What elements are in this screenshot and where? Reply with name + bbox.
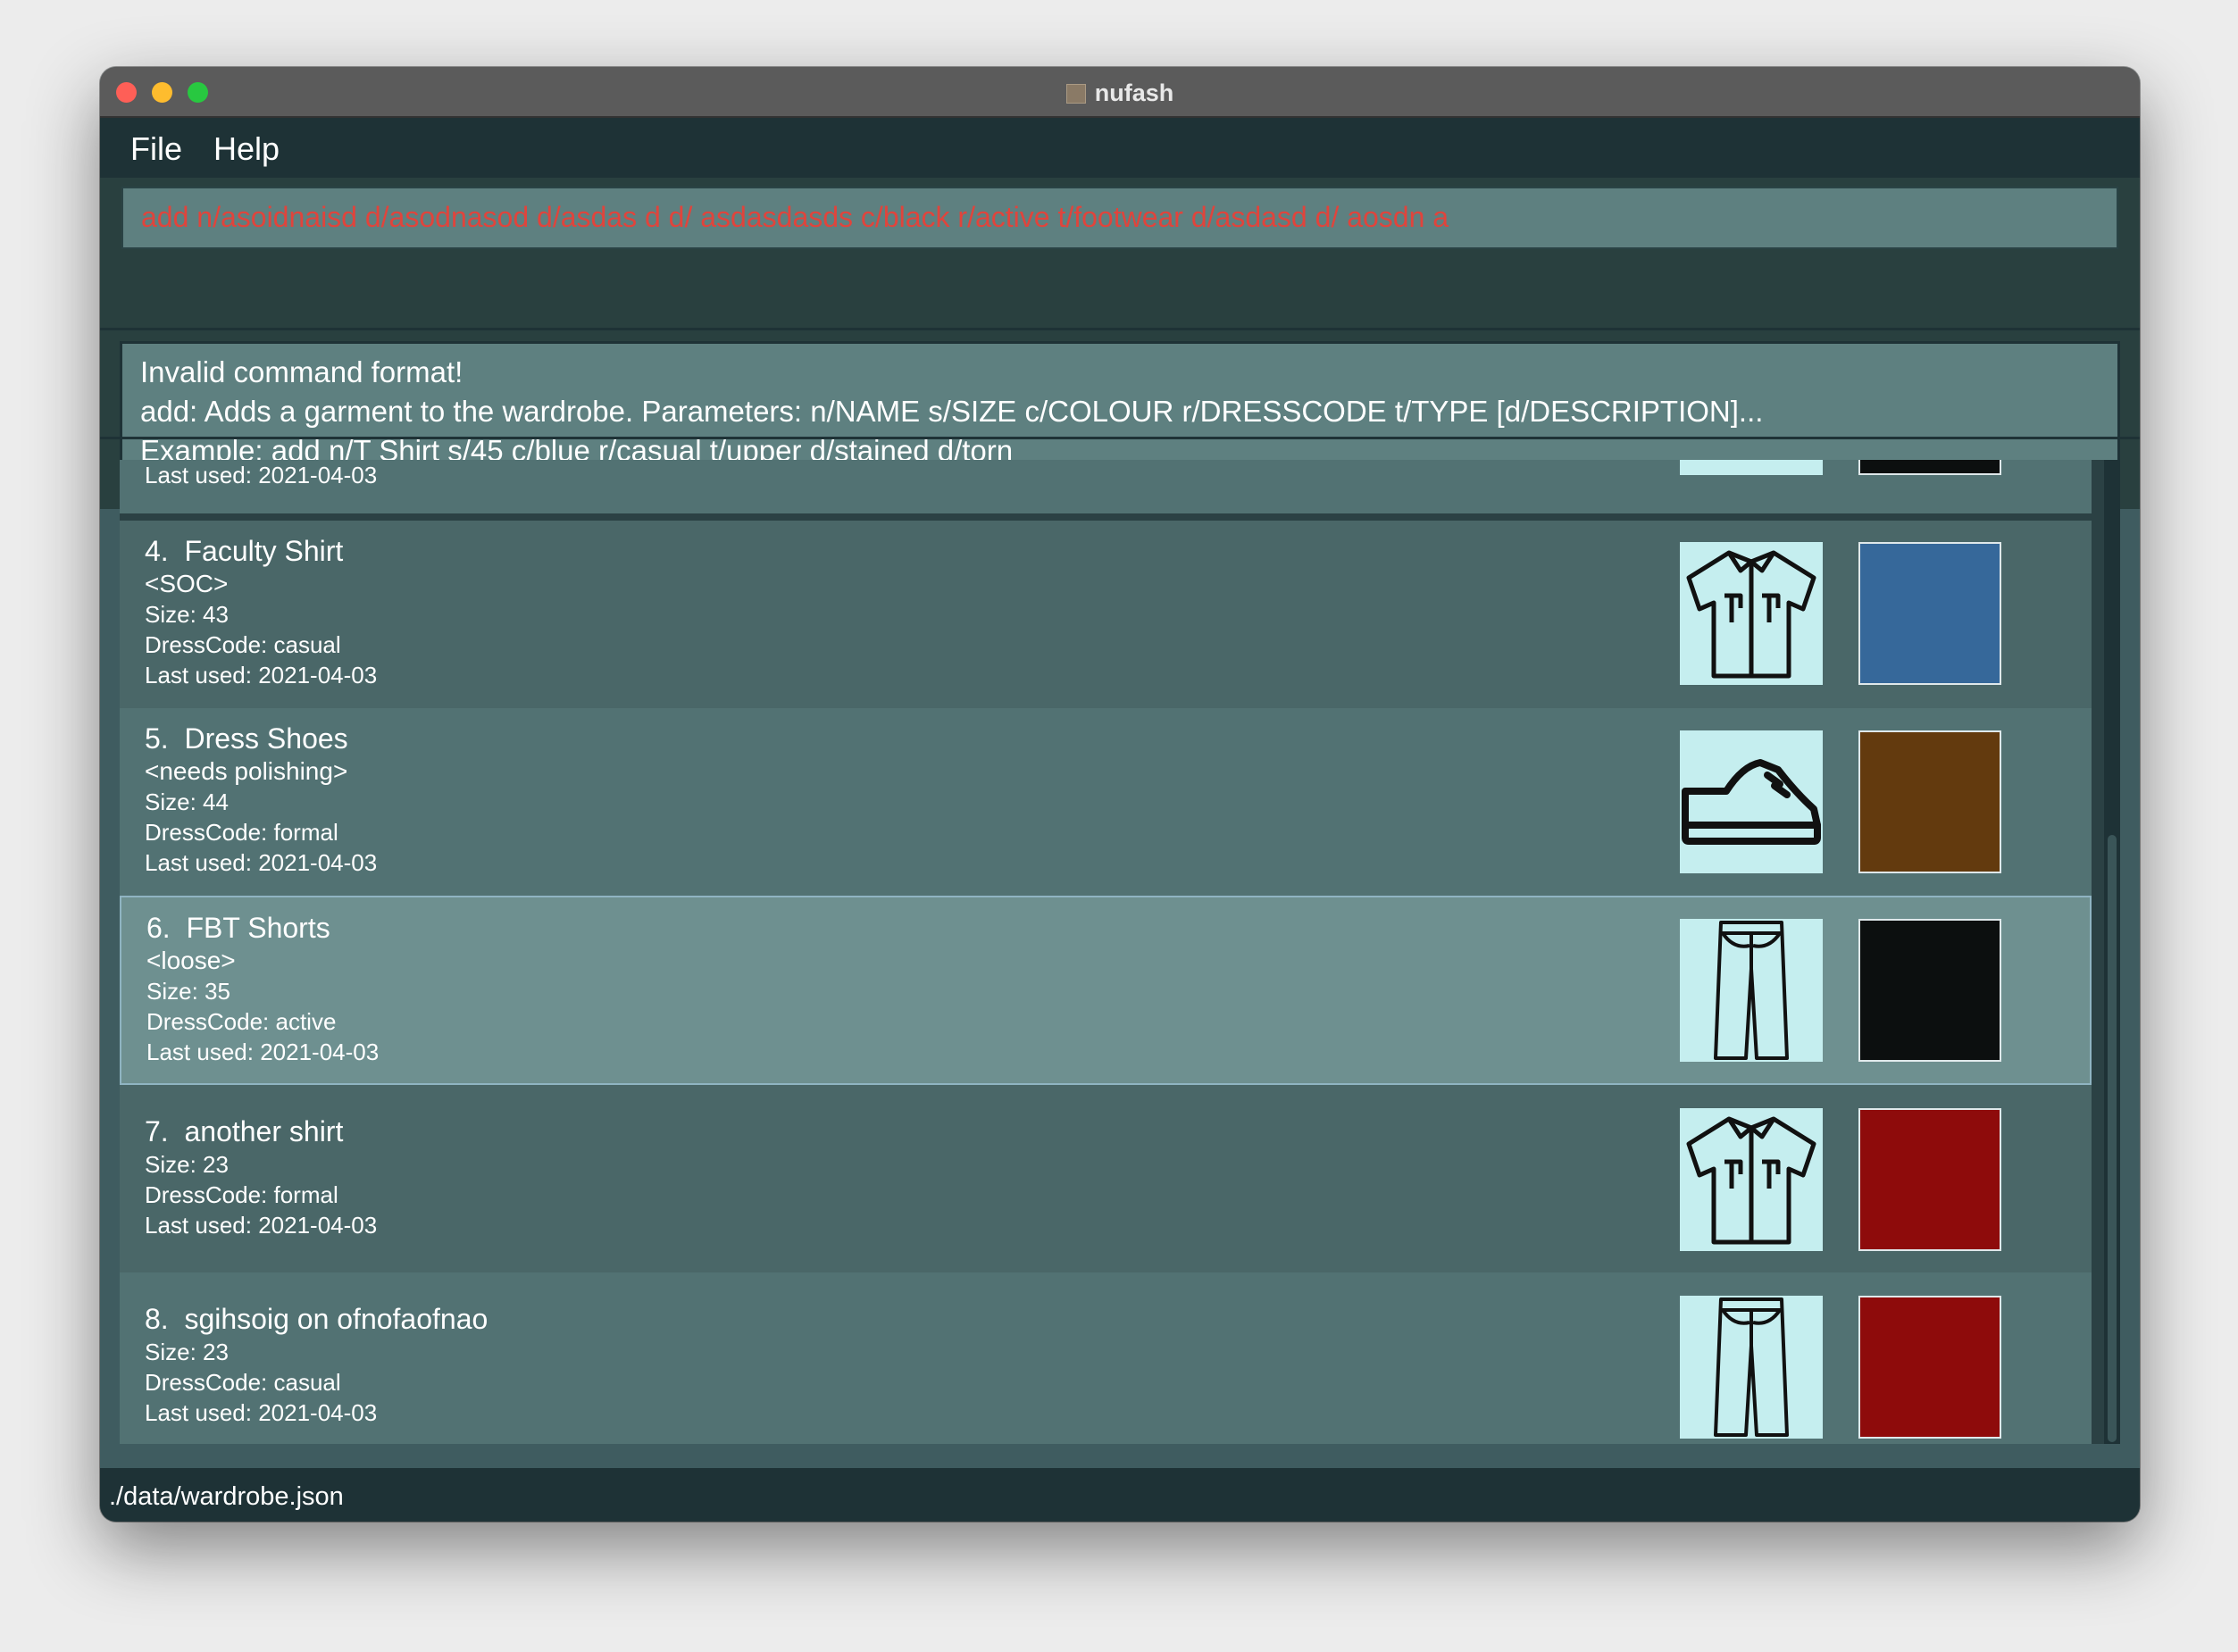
- command-box: add n/asoidnaisd d/asodnasod d/asdas d d…: [100, 178, 2140, 330]
- garment-size: Size: 43: [145, 601, 229, 628]
- garment-colour-swatch: [1858, 730, 2001, 873]
- garment-description: <SOC>: [145, 570, 229, 597]
- garment-colour-swatch: [1858, 1108, 2001, 1251]
- garment-colour-swatch: [1858, 919, 2001, 1062]
- garment-colour-swatch: [1858, 460, 2001, 475]
- list-item[interactable]: 4. Faculty Shirt <SOC> Size: 43 DressCod…: [120, 521, 2092, 708]
- status-bar: ./data/wardrobe.json: [100, 1468, 2140, 1522]
- garment-list: Last used: 2021-04-03 4. Faculty Shirt <…: [120, 460, 2120, 1444]
- garment-name: another shirt: [184, 1115, 344, 1147]
- list-item[interactable]: 7. another shirt Size: 23 DressCode: for…: [120, 1085, 2092, 1272]
- garment-last-used: Last used: 2021-04-03: [145, 1212, 378, 1239]
- garment-index: 4.: [145, 535, 169, 567]
- garment-index: 5.: [145, 722, 169, 755]
- garment-size: Size: 35: [146, 978, 230, 1005]
- shoe-icon: [1680, 730, 1823, 873]
- garment-index: 7.: [145, 1115, 169, 1147]
- list-item[interactable]: 8. sgihsoig on ofnofaofnao Size: 23 Dres…: [120, 1272, 2092, 1444]
- shirt-icon: [1680, 542, 1823, 685]
- command-input[interactable]: add n/asoidnaisd d/asodnasod d/asdas d d…: [121, 187, 2118, 249]
- garment-dresscode: DressCode: formal: [145, 1181, 338, 1208]
- garment-index: 6.: [146, 912, 171, 944]
- garment-type-image: [1680, 460, 1823, 475]
- app-window: nufash File Help add n/asoidnaisd d/asod…: [100, 67, 2140, 1522]
- garment-last-used: Last used: 2021-04-03: [145, 462, 378, 488]
- garment-colour-swatch: [1858, 542, 2001, 685]
- data-file-path: ./data/wardrobe.json: [109, 1482, 344, 1511]
- garment-name: sgihsoig on ofnofaofnao: [184, 1303, 489, 1335]
- garment-name: Dress Shoes: [184, 722, 348, 755]
- garment-size: Size: 23: [145, 1151, 229, 1178]
- garment-last-used: Last used: 2021-04-03: [145, 1399, 378, 1426]
- garment-description: <loose>: [146, 947, 236, 974]
- garment-name: FBT Shorts: [186, 912, 330, 944]
- result-line: add: Adds a garment to the wardrobe. Par…: [140, 395, 1764, 428]
- garment-colour-swatch: [1858, 1296, 2001, 1439]
- garment-last-used: Last used: 2021-04-03: [146, 1039, 380, 1065]
- list-scrollbar[interactable]: [2104, 460, 2120, 1444]
- garment-list-viewport: Last used: 2021-04-03 4. Faculty Shirt <…: [120, 460, 2092, 1444]
- garment-dresscode: DressCode: active: [146, 1008, 337, 1035]
- menu-file[interactable]: File: [130, 130, 182, 168]
- window-title: nufash: [100, 79, 2140, 107]
- menu-help[interactable]: Help: [213, 130, 280, 168]
- garment-size: Size: 44: [145, 788, 229, 815]
- result-line: Invalid command format!: [140, 355, 463, 388]
- garment-dresscode: DressCode: casual: [145, 1369, 341, 1396]
- garment-dresscode: DressCode: casual: [145, 631, 341, 658]
- garment-last-used: Last used: 2021-04-03: [145, 849, 378, 876]
- garment-description: <needs polishing>: [145, 757, 348, 785]
- menu-bar: File Help: [100, 118, 2140, 178]
- list-item[interactable]: Last used: 2021-04-03: [120, 460, 2092, 513]
- garment-name: Faculty Shirt: [184, 535, 344, 567]
- list-item[interactable]: 6. FBT Shorts <loose> Size: 35 DressCode…: [120, 896, 2092, 1085]
- divider: [100, 437, 2140, 439]
- garment-size: Size: 23: [145, 1339, 229, 1365]
- title-bar: nufash: [100, 67, 2140, 118]
- shirt-icon: [1680, 1108, 1823, 1251]
- scrollbar-thumb[interactable]: [2108, 835, 2117, 1442]
- garment-index: 8.: [145, 1303, 169, 1335]
- app-icon: [1065, 84, 1086, 104]
- list-item[interactable]: 5. Dress Shoes <needs polishing> Size: 4…: [120, 708, 2092, 896]
- pants-icon: [1680, 919, 1823, 1062]
- garment-dresscode: DressCode: formal: [145, 819, 338, 846]
- garment-last-used: Last used: 2021-04-03: [145, 662, 378, 688]
- pants-icon: [1680, 1296, 1823, 1439]
